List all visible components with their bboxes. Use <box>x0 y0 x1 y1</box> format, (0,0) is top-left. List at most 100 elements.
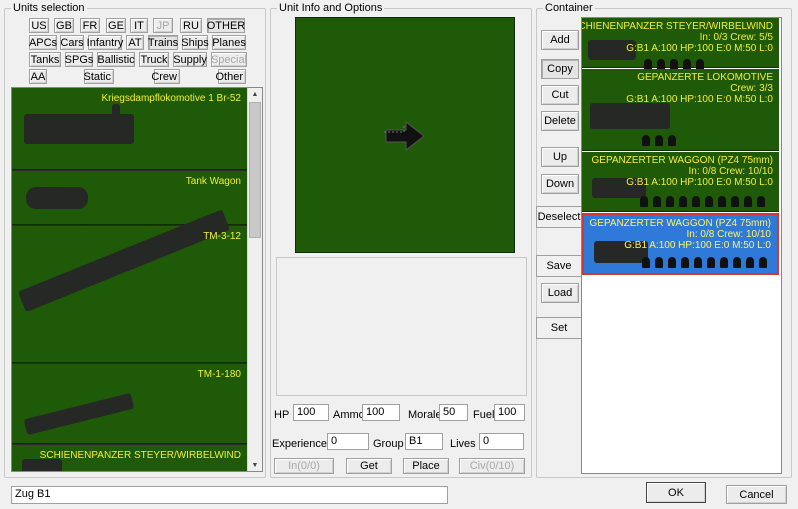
scroll-down-icon[interactable]: ▼ <box>248 459 262 471</box>
crew-member-icon <box>668 135 676 146</box>
filter-fr-button[interactable]: FR <box>80 18 100 33</box>
unit-name: Kriegsdampflokomotive 1 Br-52 <box>101 93 241 104</box>
load-button[interactable]: Load <box>541 283 579 303</box>
crew-member-icon <box>733 257 741 268</box>
container-item-line2: G:B1 A:100 HP:100 E:0 M:50 L:0 <box>624 240 771 251</box>
ok-button[interactable]: OK <box>646 482 706 503</box>
filter-other2-button[interactable]: Other <box>215 69 246 84</box>
fuel-field[interactable]: 100 <box>494 404 525 421</box>
railway-gun-image <box>23 392 135 436</box>
locomotive-image <box>24 114 134 144</box>
experience-field[interactable]: 0 <box>327 433 369 450</box>
cancel-button[interactable]: Cancel <box>726 485 787 504</box>
unit-thumbnail <box>590 103 670 129</box>
filter-spgs-button[interactable]: SPGs <box>65 52 93 67</box>
ammo-field[interactable]: 100 <box>362 404 400 421</box>
container-item[interactable]: GEPANZERTER WAGGON (PZ4 75mm) In: 0/8 Cr… <box>582 152 779 212</box>
container-item-title: GEPANZERTER WAGGON (PZ4 75mm) <box>589 218 772 229</box>
filter-ru-button[interactable]: RU <box>180 18 202 33</box>
in-button[interactable]: In(0/0) <box>274 458 334 474</box>
unit-item-tm-3-12[interactable]: TM-3-12 <box>12 209 247 363</box>
crew-member-icon <box>731 196 739 207</box>
hp-field[interactable]: 100 <box>293 404 329 421</box>
container-item-line1: Crew: 3/3 <box>730 83 773 94</box>
filter-truck-button[interactable]: Truck <box>139 52 169 67</box>
locomotive-chimney <box>112 104 120 116</box>
crew-member-icon <box>705 196 713 207</box>
scroll-up-icon[interactable]: ▲ <box>248 88 262 100</box>
fuel-label: Fuel <box>473 409 495 421</box>
filter-tanks-button[interactable]: Tanks <box>29 52 61 67</box>
civ-button[interactable]: Civ(0/10) <box>459 458 525 474</box>
scroll-thumb[interactable] <box>249 102 261 238</box>
units-list-scrollbar[interactable]: ▲ ▼ <box>247 88 262 471</box>
filter-at-button[interactable]: AT <box>126 35 144 50</box>
filter-gb-button[interactable]: GB <box>54 18 74 33</box>
up-button[interactable]: Up <box>541 147 579 167</box>
container-item[interactable]: SCHIENENPANZER STEYER/WIRBELWIND In: 0/3… <box>581 18 779 70</box>
unit-item-schienenpanzer[interactable]: SCHIENENPANZER STEYER/WIRBELWIND <box>12 445 247 471</box>
down-button[interactable]: Down <box>541 174 579 194</box>
unit-name: TM-1-180 <box>197 369 241 380</box>
container-item-title: SCHIENENPANZER STEYER/WIRBELWIND <box>581 21 773 32</box>
filter-ships-button[interactable]: Ships <box>181 35 209 50</box>
cut-button[interactable]: Cut <box>541 85 579 105</box>
delete-button[interactable]: Delete <box>541 111 579 131</box>
add-button[interactable]: Add <box>541 30 579 50</box>
filter-cars-button[interactable]: Cars <box>60 35 84 50</box>
filter-static-button[interactable]: Static <box>83 69 114 84</box>
unit-description-area <box>276 257 527 396</box>
filter-crew-button[interactable]: Crew <box>151 69 180 84</box>
filter-apcs-button[interactable]: APCs <box>29 35 57 50</box>
crew-member-icon <box>655 135 663 146</box>
save-button[interactable]: Save <box>536 255 581 277</box>
filter-ge-button[interactable]: GE <box>106 18 126 33</box>
filter-other-button[interactable]: OTHER <box>207 18 245 33</box>
morale-field[interactable]: 50 <box>439 404 468 421</box>
unit-item-kriegsdampflokomotive[interactable]: Kriegsdampflokomotive 1 Br-52 <box>12 88 247 170</box>
filter-it-button[interactable]: IT <box>130 18 148 33</box>
filter-special-button[interactable]: Special <box>211 52 247 67</box>
crew-member-icon <box>681 257 689 268</box>
container-item-line2: G:B1 A:100 HP:100 E:0 M:50 L:0 <box>626 43 773 54</box>
container-item-line1: In: 0/3 Crew: 5/5 <box>699 32 773 43</box>
filter-infantry-button[interactable]: Infantry <box>87 35 123 50</box>
set-button[interactable]: Set <box>536 317 581 339</box>
crew-member-icon <box>692 196 700 207</box>
lives-field[interactable]: 0 <box>479 433 524 450</box>
container-item-selected[interactable]: GEPANZERTER WAGGON (PZ4 75mm) In: 0/8 Cr… <box>582 213 779 275</box>
copy-button[interactable]: Copy <box>541 59 579 79</box>
container-item-text: GEPANZERTE LOKOMOTIVE Crew: 3/3 G:B1 A:1… <box>626 72 773 105</box>
deselect-button[interactable]: Deselect <box>536 206 581 228</box>
filter-ballistic-button[interactable]: Ballistic <box>97 52 135 67</box>
crew-member-icon <box>666 196 674 207</box>
filter-us-button[interactable]: US <box>29 18 49 33</box>
crew-member-icon <box>642 135 650 146</box>
crew-member-icon <box>668 257 676 268</box>
filter-aa-button[interactable]: AA <box>29 69 47 84</box>
filter-planes-button[interactable]: Planes <box>212 35 246 50</box>
container-item-title: GEPANZERTE LOKOMOTIVE <box>637 72 773 83</box>
units-list[interactable]: Kriegsdampflokomotive 1 Br-52 Tank Wagon… <box>11 87 263 472</box>
crew-icons <box>640 196 765 207</box>
filter-jp-button[interactable]: JP <box>153 18 173 33</box>
unit-item-tm-1-180[interactable]: TM-1-180 <box>12 364 247 444</box>
crew-member-icon <box>757 196 765 207</box>
group-field[interactable]: B1 <box>405 433 443 450</box>
filter-trains-button[interactable]: Trains <box>148 35 178 50</box>
unit-preview <box>295 17 515 253</box>
container-item[interactable]: GEPANZERTE LOKOMOTIVE Crew: 3/3 G:B1 A:1… <box>582 69 779 151</box>
get-button[interactable]: Get <box>346 458 392 474</box>
place-button[interactable]: Place <box>403 458 449 474</box>
group-name-field[interactable]: Zug B1 <box>11 486 448 504</box>
crew-member-icon <box>679 196 687 207</box>
container-list[interactable]: SCHIENENPANZER STEYER/WIRBELWIND In: 0/3… <box>581 17 782 474</box>
tank-wagon-image <box>26 187 88 209</box>
unit-name: TM-3-12 <box>203 231 241 242</box>
units-selection-title: Units selection <box>11 2 87 14</box>
unit-info-title: Unit Info and Options <box>277 2 385 14</box>
crew-member-icon <box>707 257 715 268</box>
filter-supply-button[interactable]: Supply <box>173 52 207 67</box>
container-item-text: GEPANZERTER WAGGON (PZ4 75mm) In: 0/8 Cr… <box>592 155 774 188</box>
ammo-label: Ammo <box>333 409 365 421</box>
